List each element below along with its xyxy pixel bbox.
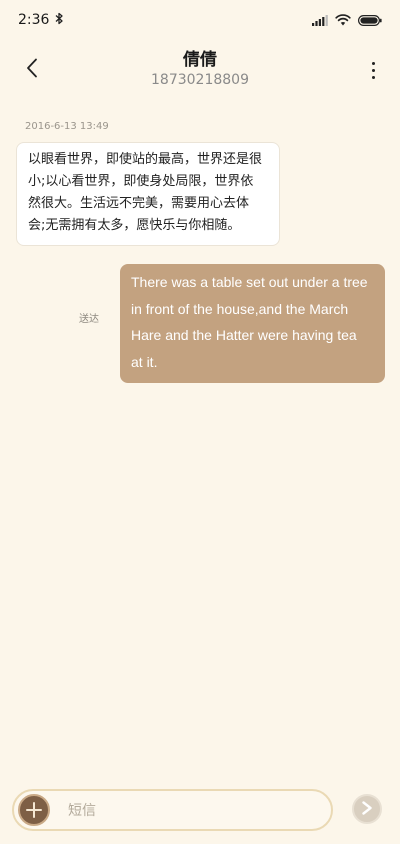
message-line: 小;以心看世界，即使身处局限，世界依 <box>28 174 254 189</box>
message-line: at it. <box>131 353 158 370</box>
wifi-icon <box>335 11 351 30</box>
battery-icon <box>358 11 382 30</box>
more-vertical-icon-dot <box>371 75 375 79</box>
message-line: 以眼看世界，即使站的最高，世界还是很 <box>28 152 263 167</box>
message-timestamp: 2016-6-13 13:49 <box>25 121 109 132</box>
signal-icon <box>312 11 328 30</box>
more-vertical-icon-dot <box>371 68 375 72</box>
contact-number: 18730218809 <box>151 72 249 88</box>
message-line: in front of the house,and the March <box>131 300 349 317</box>
status-left: 2:36 <box>18 12 64 29</box>
outgoing-message-bubble[interactable]: There was a table set out under a tree i… <box>120 264 385 383</box>
send-arrow-icon <box>361 800 373 819</box>
message-line: Hare and the Hatter were having tea <box>131 327 357 343</box>
message-input[interactable] <box>66 799 310 823</box>
bluetooth-icon <box>55 12 64 29</box>
more-vertical-icon-dot <box>371 61 375 65</box>
message-line: 然很大。生活远不完美，需要用心去体 <box>28 196 250 211</box>
delivery-status: 送达 <box>79 314 99 325</box>
contact-name: 倩倩 <box>183 50 217 70</box>
send-button[interactable] <box>352 794 382 824</box>
conversation-header: 倩倩 18730218809 <box>0 44 400 96</box>
message-composer <box>12 789 333 831</box>
status-bar: 2:36 <box>0 0 400 40</box>
status-right <box>312 11 382 30</box>
header-titles: 倩倩 18730218809 <box>0 50 400 89</box>
more-options-button[interactable] <box>366 56 380 84</box>
message-line: There was a table set out under a tree <box>131 274 368 290</box>
plus-icon[interactable] <box>18 794 50 826</box>
status-time: 2:36 <box>18 12 50 28</box>
incoming-message-bubble[interactable]: 以眼看世界，即使站的最高，世界还是很 小;以心看世界，即使身处局限，世界依 然很… <box>16 142 280 246</box>
message-line: 会;无需拥有太多，愿快乐与你相随。 <box>28 218 241 233</box>
